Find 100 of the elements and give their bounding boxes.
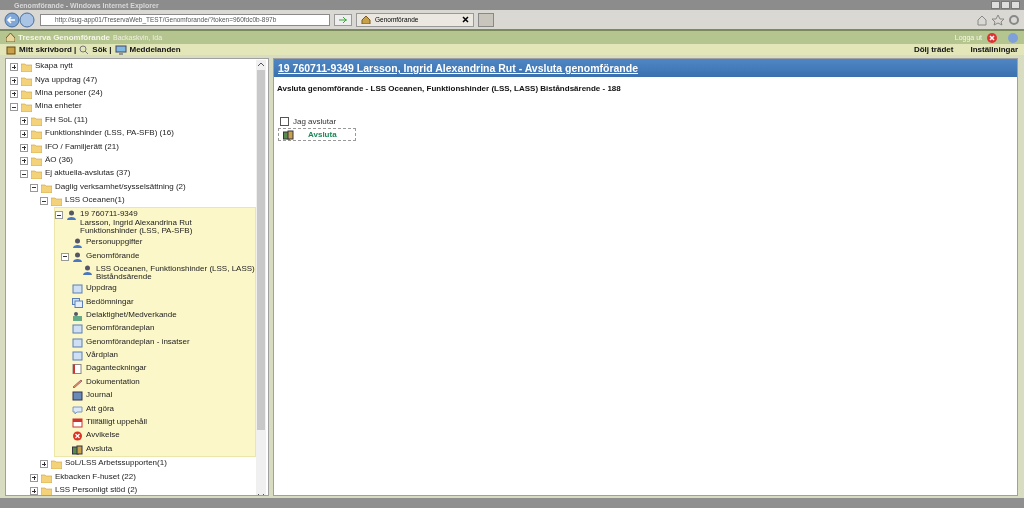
exit-icon (72, 444, 83, 455)
tree-item[interactable]: Funktionshinder (LSS, PA-SFB) (16) (45, 129, 174, 138)
folder-icon (31, 115, 42, 126)
close-icon[interactable] (462, 16, 469, 23)
expander-toggle[interactable] (61, 252, 69, 261)
expander-toggle[interactable] (20, 130, 28, 139)
expander-toggle[interactable] (10, 89, 18, 98)
tree-item[interactable]: Vårdplan (86, 351, 119, 360)
folder-icon (41, 486, 52, 495)
tree-item[interactable]: SoL/LSS Arbetssupporten(1) (65, 459, 167, 468)
tree-item[interactable]: Daglig verksamhet/sysselsättning (2) (55, 182, 186, 192)
folder-icon (21, 62, 32, 73)
tree-item[interactable]: Personuppgifter (86, 238, 143, 247)
scrollbar[interactable] (256, 60, 266, 495)
folder-icon (31, 129, 42, 140)
toolbar-link[interactable]: Dölj trädet (913, 45, 954, 54)
expander-toggle[interactable] (10, 63, 18, 72)
tree-item[interactable]: Tillfälligt uppehåll (86, 418, 148, 427)
form-icon (72, 337, 83, 348)
tree-item[interactable]: Bedömningar (86, 297, 134, 307)
tree-item[interactable]: ÄO (36) (45, 155, 73, 165)
tree-item[interactable]: Att göra (86, 404, 114, 414)
toolbar-link[interactable]: Inställningar (970, 45, 1018, 54)
page-subtitle: Avsluta genomförande - LSS Oceanen, Funktionshinder (LSS, LASS) Biståndsärende - 188 (277, 84, 621, 93)
toolbar-link[interactable]: Meddelanden (129, 45, 181, 54)
home-icon (6, 33, 15, 42)
expander-toggle[interactable] (55, 211, 63, 220)
tree-item[interactable]: LSS Personligt stöd (2) (55, 486, 138, 495)
exit-icon (283, 129, 294, 140)
expander-toggle[interactable] (30, 183, 38, 192)
folder-icon (21, 88, 32, 99)
error-icon (72, 431, 83, 442)
person-icon (72, 238, 83, 249)
people-icon (72, 310, 83, 321)
folder-icon (41, 182, 52, 193)
tree-item[interactable]: Avsluta (86, 444, 113, 454)
tree-item[interactable]: Genomförandeplan - insatser (86, 337, 190, 347)
expander-toggle[interactable] (10, 76, 18, 85)
pencil-icon (72, 377, 83, 388)
person-icon (72, 251, 83, 262)
checkbox[interactable] (280, 117, 289, 126)
tree-item[interactable]: Delaktighet/Medverkande (86, 310, 177, 320)
tree-item[interactable]: 19 760711-9349 Larsson, Ingrid Alexandrina Rut Funktionshinder (LSS, PA-SFB) (80, 210, 193, 236)
expander-toggle[interactable] (30, 487, 38, 495)
toolbar-link[interactable]: Sök | (92, 45, 112, 54)
maximize-button[interactable] (1001, 1, 1010, 9)
tree-item[interactable]: Journal (86, 391, 113, 400)
expander-toggle[interactable] (10, 103, 18, 112)
expander-toggle[interactable] (20, 156, 28, 165)
folder-icon (31, 169, 42, 180)
folder-icon (31, 142, 42, 153)
search-icon (79, 44, 90, 55)
finish-button[interactable]: Avsluta (278, 128, 356, 141)
tree-item[interactable]: Ej aktuella-avslutas (37) (45, 169, 131, 178)
home-icon (361, 15, 371, 24)
folder-icon (41, 472, 52, 483)
expander-toggle[interactable] (20, 116, 28, 125)
page-title-link[interactable]: 19 760711-9349 Larsson, Ingrid Alexandrina Rut - Avsluta genomförande (278, 62, 639, 74)
forms-icon (72, 297, 83, 308)
tree-item[interactable]: FH SoL (11) (45, 115, 88, 125)
expander-toggle[interactable] (40, 460, 48, 469)
tree-item[interactable]: Skapa nytt (35, 62, 73, 71)
expander-toggle[interactable] (40, 197, 48, 206)
folder-icon (31, 155, 42, 166)
note-icon (72, 364, 83, 375)
minimize-button[interactable] (991, 1, 1000, 9)
tree-item[interactable]: Dokumentation (86, 377, 140, 387)
tree-item[interactable]: Avvikelse (86, 431, 120, 440)
tree-item[interactable]: Mina personer (24) (35, 88, 103, 98)
tree-item[interactable]: Genomförande (86, 251, 140, 261)
person-icon (66, 210, 77, 221)
person-icon (82, 264, 93, 275)
folder-icon (21, 102, 32, 113)
tree-item[interactable]: IFO / Familjerätt (21) (45, 142, 119, 152)
tree-item[interactable]: Genomförandeplan (86, 324, 155, 333)
tree-item[interactable]: Nya uppdrag (47) (35, 75, 98, 85)
tree-item[interactable]: LSS Oceanen, Funktionshinder (LSS, LASS) Biståndsärende (96, 264, 255, 282)
monitor-icon (114, 44, 127, 55)
tree-item[interactable]: Mina enheter (35, 102, 82, 111)
tree-item[interactable]: Uppdrag (86, 284, 117, 293)
form-icon (72, 324, 83, 335)
toolbar-link[interactable]: Mitt skrivbord | (19, 45, 77, 54)
refresh-icon[interactable] (334, 13, 352, 26)
checkbox-label[interactable]: Jag avslutar (293, 117, 337, 126)
speech-bubble-icon (72, 404, 83, 415)
close-button[interactable] (1011, 1, 1020, 9)
folder-icon (21, 75, 32, 86)
app-name: Treserva Genomförande (18, 33, 111, 42)
folder-icon (51, 196, 62, 207)
expander-toggle[interactable] (20, 143, 28, 152)
tree-item[interactable]: Ekbacken F-huset (22) (55, 472, 136, 482)
form-icon (72, 284, 83, 295)
tree-item[interactable]: Daganteckningar (86, 364, 147, 373)
expander-toggle[interactable] (20, 170, 28, 179)
back-forward-icon[interactable] (4, 11, 36, 28)
tree-item[interactable]: LSS Oceanen(1) (65, 196, 125, 205)
desk-icon (6, 44, 16, 55)
folder-icon (51, 459, 62, 470)
expander-toggle[interactable] (30, 473, 38, 482)
calendar-icon (72, 418, 83, 429)
